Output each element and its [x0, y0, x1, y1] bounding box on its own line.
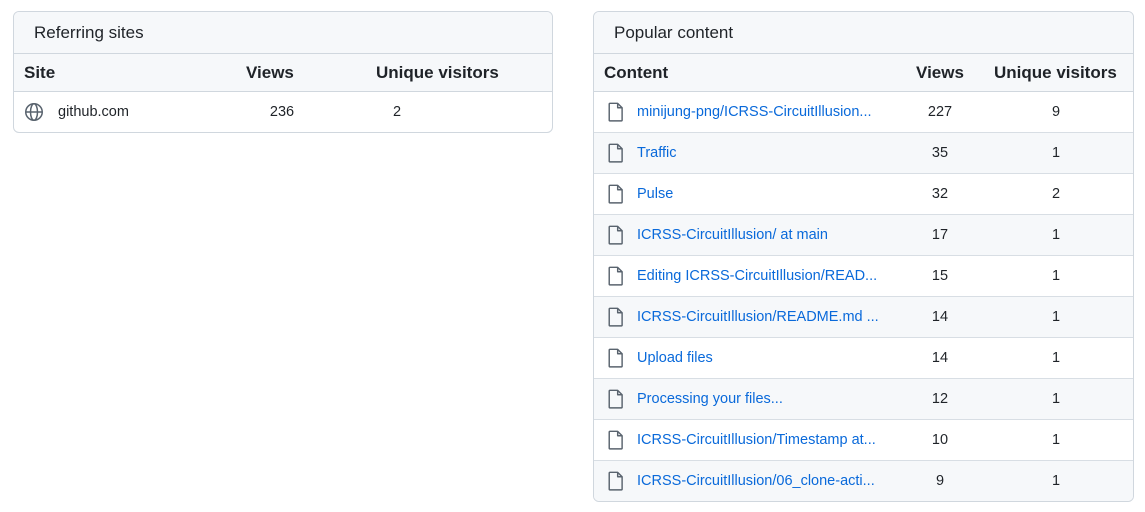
content-views: 35 [931, 145, 949, 161]
site-views: 236 [269, 104, 295, 120]
file-icon [607, 102, 625, 122]
content-cell: ICRSS-CircuitIllusion/README.md ... [594, 307, 902, 327]
file-icon [607, 225, 625, 245]
popular-content-rows: minijung-png/ICRSS-CircuitIllusion... 227… [594, 92, 1133, 501]
content-views: 17 [931, 227, 949, 243]
site-unique-visitors: 2 [393, 104, 402, 120]
table-row: minijung-png/ICRSS-CircuitIllusion... 227… [594, 92, 1133, 132]
content-link[interactable]: Traffic [637, 145, 676, 161]
content-cell: ICRSS-CircuitIllusion/06_clone-acti... [594, 471, 902, 491]
table-row: ICRSS-CircuitIllusion/Timestamp at... 10 1 [594, 419, 1133, 460]
column-header-site: Site [24, 62, 56, 82]
content-link[interactable]: Pulse [637, 186, 673, 202]
column-header-views: Views [246, 62, 294, 82]
table-row: ICRSS-CircuitIllusion/06_clone-acti... 9 1 [594, 460, 1133, 501]
site-cell: github.com [14, 102, 246, 122]
popular-content-title: Popular content [594, 12, 1133, 54]
file-icon [607, 471, 625, 491]
file-icon [607, 184, 625, 204]
site-name: github.com [58, 104, 129, 120]
content-unique-visitors: 1 [1051, 350, 1061, 366]
content-cell: Editing ICRSS-CircuitIllusion/READ... [594, 266, 902, 286]
content-cell: Traffic [594, 143, 902, 163]
content-cell: Pulse [594, 184, 902, 204]
content-link[interactable]: Processing your files... [637, 391, 783, 407]
table-row: github.com 236 2 [14, 92, 552, 132]
column-header-views: Views [916, 62, 964, 82]
content-cell: ICRSS-CircuitIllusion/Timestamp at... [594, 430, 902, 450]
content-unique-visitors: 9 [1051, 104, 1061, 120]
content-views: 14 [931, 309, 949, 325]
content-unique-visitors: 1 [1051, 391, 1061, 407]
column-header-unique-visitors: Unique visitors [994, 62, 1117, 82]
file-icon [607, 143, 625, 163]
content-views: 14 [931, 350, 949, 366]
content-unique-visitors: 1 [1051, 145, 1061, 161]
file-icon [607, 430, 625, 450]
file-icon [607, 348, 625, 368]
content-cell: ICRSS-CircuitIllusion/ at main [594, 225, 902, 245]
content-link[interactable]: ICRSS-CircuitIllusion/06_clone-acti... [637, 473, 875, 489]
popular-content-column-headers: Content Views Unique visitors [594, 54, 1133, 92]
content-cell: Processing your files... [594, 389, 902, 409]
content-views: 12 [931, 391, 949, 407]
content-unique-visitors: 1 [1051, 473, 1061, 489]
content-link[interactable]: Editing ICRSS-CircuitIllusion/READ... [637, 268, 877, 284]
content-link[interactable]: ICRSS-CircuitIllusion/Timestamp at... [637, 432, 876, 448]
table-row: Upload files 14 1 [594, 337, 1133, 378]
file-icon [607, 389, 625, 409]
content-unique-visitors: 1 [1051, 309, 1061, 325]
content-views: 15 [931, 268, 949, 284]
content-unique-visitors: 1 [1051, 227, 1061, 243]
table-row: ICRSS-CircuitIllusion/README.md ... 14 1 [594, 296, 1133, 337]
file-icon [607, 266, 625, 286]
content-link[interactable]: ICRSS-CircuitIllusion/ at main [637, 227, 828, 243]
content-link[interactable]: ICRSS-CircuitIllusion/README.md ... [637, 309, 879, 325]
popular-content-panel: Popular content Content Views Unique vis… [593, 11, 1134, 502]
content-link[interactable]: Upload files [637, 350, 713, 366]
content-unique-visitors: 2 [1051, 186, 1061, 202]
file-icon [607, 307, 625, 327]
table-row: ICRSS-CircuitIllusion/ at main 17 1 [594, 214, 1133, 255]
content-unique-visitors: 1 [1051, 268, 1061, 284]
column-header-content: Content [604, 62, 669, 82]
content-cell: Upload files [594, 348, 902, 368]
content-views: 32 [931, 186, 949, 202]
content-views: 10 [931, 432, 949, 448]
content-views: 9 [935, 473, 945, 489]
globe-icon [24, 102, 44, 122]
content-cell: minijung-png/ICRSS-CircuitIllusion... [594, 102, 902, 122]
content-link[interactable]: minijung-png/ICRSS-CircuitIllusion... [637, 104, 872, 120]
table-row: Traffic 35 1 [594, 132, 1133, 173]
referring-sites-column-headers: Site Views Unique visitors [14, 54, 552, 92]
table-row: Editing ICRSS-CircuitIllusion/READ... 15 1 [594, 255, 1133, 296]
content-unique-visitors: 1 [1051, 432, 1061, 448]
referring-sites-title: Referring sites [14, 12, 552, 54]
column-header-unique-visitors: Unique visitors [376, 62, 499, 82]
table-row: Pulse 32 2 [594, 173, 1133, 214]
table-row: Processing your files... 12 1 [594, 378, 1133, 419]
content-views: 227 [927, 104, 953, 120]
referring-sites-panel: Referring sites Site Views Unique visito… [13, 11, 553, 133]
